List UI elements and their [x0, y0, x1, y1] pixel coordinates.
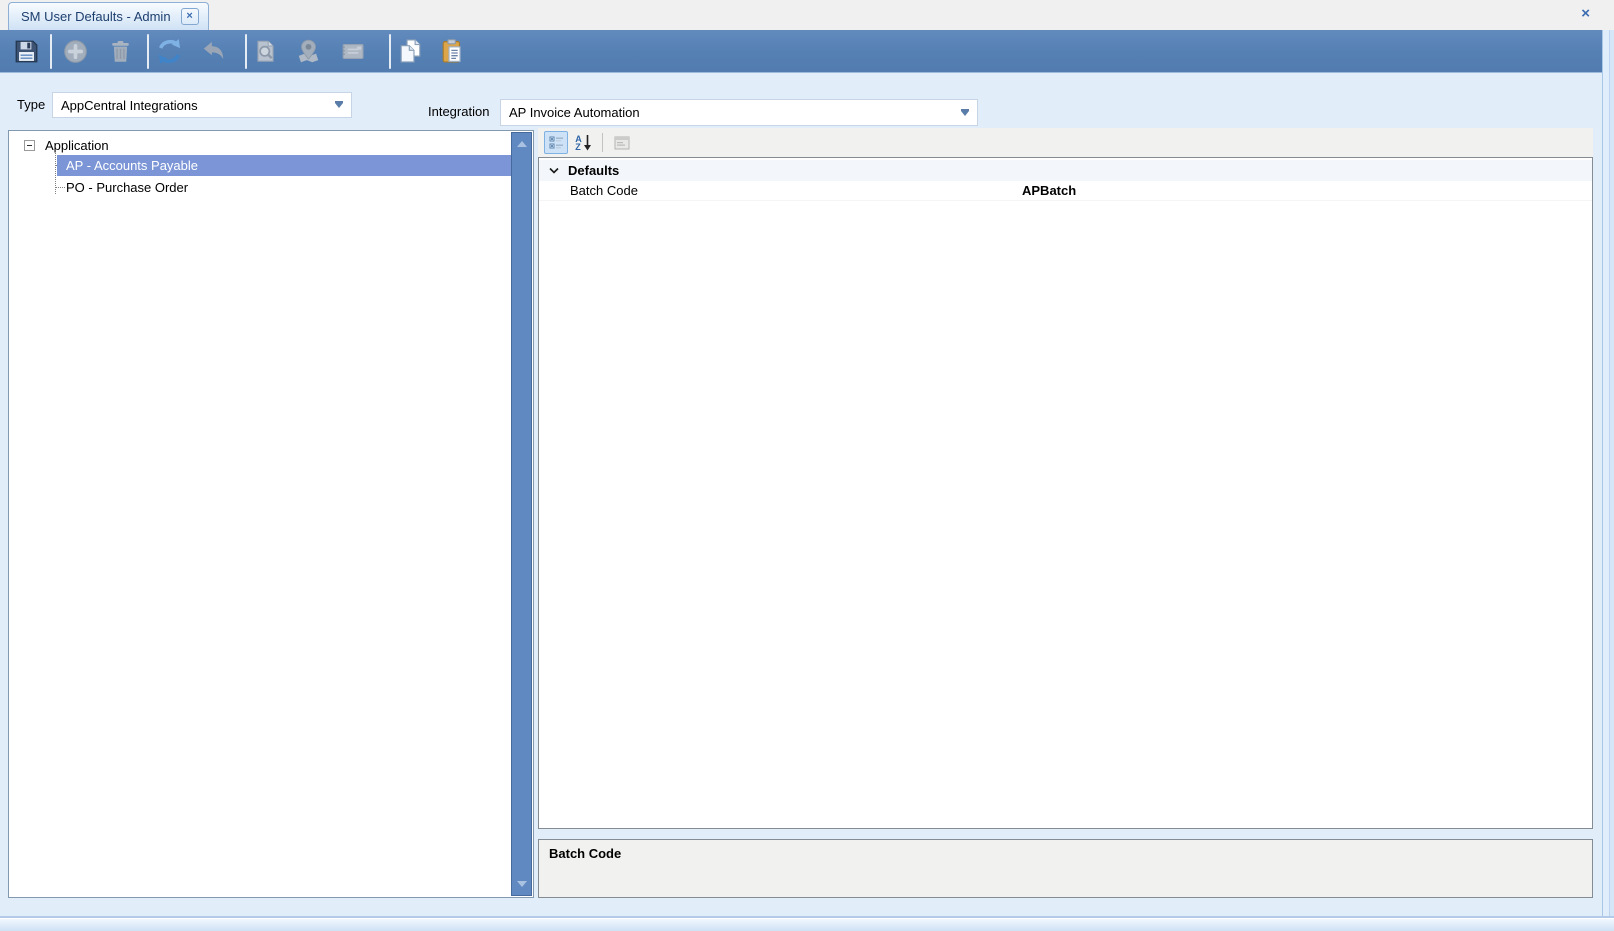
property-description-panel: Batch Code — [538, 839, 1593, 898]
tree-node-label: PO - Purchase Order — [66, 180, 188, 195]
description-title: Batch Code — [549, 846, 621, 861]
property-grid: Defaults Batch Code APBatch — [538, 157, 1593, 829]
type-dropdown[interactable]: AppCentral Integrations — [52, 92, 352, 118]
categorized-view-icon[interactable] — [544, 131, 568, 154]
toolbar-separator — [389, 34, 391, 69]
save-icon[interactable] — [12, 37, 41, 66]
alphabetical-sort-icon[interactable]: AZ — [571, 131, 595, 154]
toolbar-separator — [245, 34, 247, 69]
chevron-down-icon — [335, 103, 343, 108]
property-name: Batch Code — [539, 183, 638, 198]
property-row-batch-code[interactable]: Batch Code APBatch — [539, 181, 1592, 201]
window-close-icon[interactable]: × — [1581, 5, 1590, 22]
category-label: Defaults — [568, 163, 619, 178]
preview-icon — [251, 37, 280, 66]
scroll-up-icon[interactable] — [517, 141, 527, 147]
paste-icon[interactable] — [438, 37, 467, 66]
mail-icon — [338, 37, 367, 66]
type-label: Type — [17, 97, 45, 112]
main-toolbar — [0, 30, 1614, 73]
chevron-down-icon — [961, 111, 969, 116]
application-tree-panel: Application AP - Accounts Payable PO - P… — [8, 130, 534, 898]
property-value[interactable]: APBatch — [1022, 183, 1076, 198]
tree-scrollbar[interactable] — [511, 132, 532, 896]
tree-connector — [55, 187, 65, 188]
window-right-edge — [1602, 30, 1614, 917]
refresh-icon[interactable] — [155, 37, 184, 66]
title-strip: SM User Defaults - Admin × × — [0, 0, 1614, 30]
tab-sm-user-defaults[interactable]: SM User Defaults - Admin × — [8, 2, 209, 30]
tree-node-label: Application — [45, 138, 109, 153]
copy-icon[interactable] — [396, 37, 425, 66]
toolbar-separator — [602, 133, 603, 152]
toolbar-separator — [147, 34, 149, 69]
integration-label: Integration — [428, 104, 489, 119]
integration-dropdown-value: AP Invoice Automation — [509, 105, 640, 120]
tree-node-label: AP - Accounts Payable — [66, 158, 198, 173]
property-pages-icon — [610, 131, 634, 154]
tab-title: SM User Defaults - Admin — [21, 9, 171, 24]
chevron-down-icon[interactable] — [549, 167, 559, 174]
status-bar — [0, 918, 1614, 931]
type-dropdown-value: AppCentral Integrations — [61, 98, 198, 113]
undo-icon — [199, 37, 228, 66]
category-row-defaults[interactable]: Defaults — [539, 160, 1592, 181]
delete-icon — [106, 37, 135, 66]
tree-node-po-purchase-order[interactable]: PO - Purchase Order — [66, 177, 188, 198]
toolbar-separator — [50, 34, 52, 69]
scroll-down-icon[interactable] — [517, 881, 527, 887]
integration-dropdown[interactable]: AP Invoice Automation — [500, 99, 978, 126]
locate-icon — [294, 37, 323, 66]
tree-node-ap-accounts-payable[interactable]: AP - Accounts Payable — [57, 155, 519, 176]
collapse-icon[interactable] — [24, 140, 35, 151]
property-grid-toolbar: AZ — [538, 128, 1593, 157]
tab-close-icon[interactable]: × — [181, 8, 199, 25]
add-icon — [61, 37, 90, 66]
